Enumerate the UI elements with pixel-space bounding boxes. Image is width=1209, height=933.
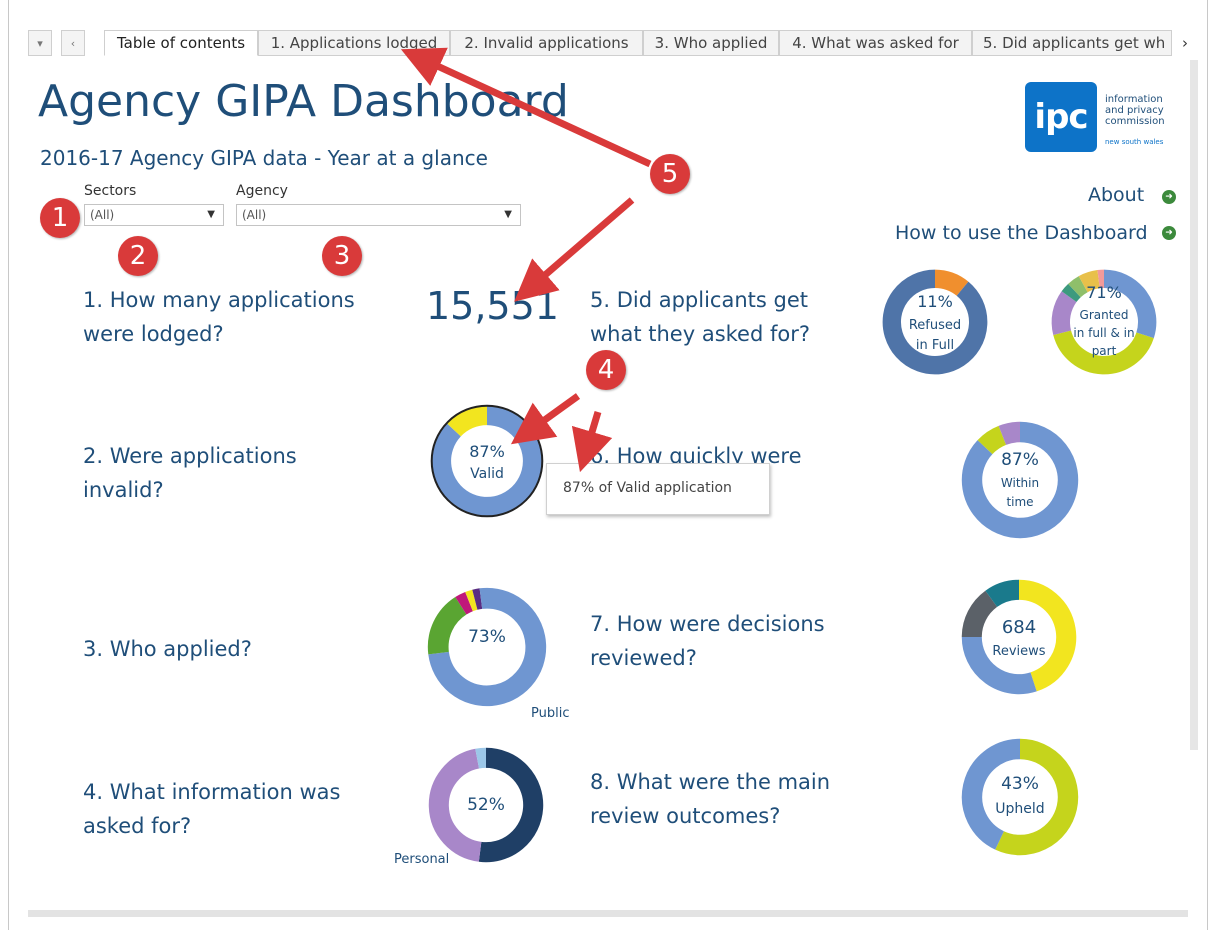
callout-3: 3 (322, 236, 362, 276)
arrow-to-number (514, 197, 635, 302)
arrow-to-donut (510, 393, 581, 445)
callout-5: 5 (650, 154, 690, 194)
callout-1: 1 (40, 198, 80, 238)
arrow-to-tab (400, 47, 652, 168)
arrow-to-tooltip (571, 410, 613, 473)
callout-2: 2 (118, 236, 158, 276)
callout-4: 4 (586, 350, 626, 390)
annotation-arrows (400, 47, 652, 473)
